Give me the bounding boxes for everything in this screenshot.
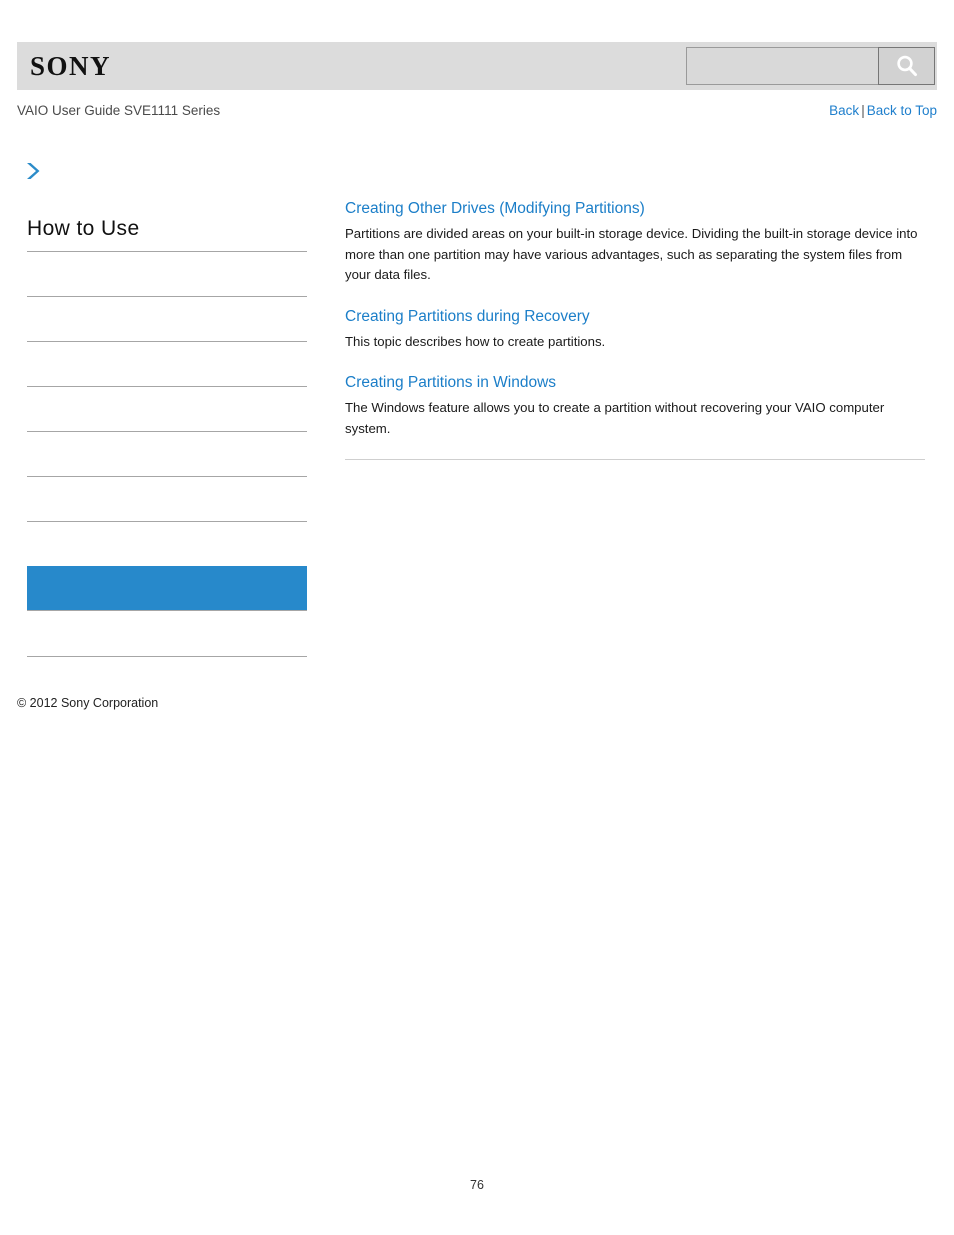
search-icon: [894, 53, 920, 79]
topic-link[interactable]: Creating Partitions in Windows: [345, 372, 927, 394]
sidebar-item-1[interactable]: [27, 296, 307, 341]
topic-description: Partitions are divided areas on your bui…: [345, 226, 918, 282]
topic-description: The Windows feature allows you to create…: [345, 400, 885, 436]
sidebar-item-8[interactable]: [27, 611, 307, 656]
sidebar-item-3[interactable]: [27, 386, 307, 431]
header-links: Back | Back to Top: [829, 101, 937, 121]
main-content: Creating Other Drives (Modifying Partiti…: [345, 198, 927, 460]
topic-link[interactable]: Creating Partitions during Recovery: [345, 306, 927, 328]
sidebar-nav-bottom-divider: [27, 656, 307, 657]
page-number: 76: [470, 1178, 484, 1192]
search-input[interactable]: [686, 47, 878, 85]
header-bar: SONY: [17, 42, 937, 90]
copyright-text: © 2012 Sony Corporation: [17, 696, 159, 710]
sidebar-item-4[interactable]: [27, 431, 307, 476]
sidebar-item-5[interactable]: [27, 476, 307, 521]
topic-link[interactable]: Creating Other Drives (Modifying Partiti…: [345, 198, 927, 220]
sidebar-item-2[interactable]: [27, 341, 307, 386]
sidebar-nav: [27, 251, 307, 657]
search-group: [686, 47, 935, 85]
breadcrumb: VAIO User Guide SVE1111 Series: [17, 103, 221, 118]
topic-description: This topic describes how to create parti…: [345, 333, 606, 349]
page-title: How to Use: [27, 217, 140, 240]
sidebar-item-0[interactable]: [27, 251, 307, 296]
sidebar-item-7-selected[interactable]: [27, 566, 307, 611]
content-divider: [345, 459, 925, 460]
search-button[interactable]: [878, 47, 935, 85]
link-separator: |: [861, 103, 865, 118]
topic-item: Creating Partitions in Windows The Windo…: [345, 372, 927, 439]
sidebar-item-6[interactable]: [27, 521, 307, 566]
sidebar: How to Use: [27, 215, 307, 657]
breadcrumb-row: VAIO User Guide SVE1111 Series Back | Back…: [17, 101, 937, 121]
topic-item: Creating Partitions during Recovery This…: [345, 306, 927, 353]
back-link[interactable]: Back: [829, 103, 859, 118]
topic-item: Creating Other Drives (Modifying Partiti…: [345, 198, 927, 286]
back-to-top-link[interactable]: Back to Top: [867, 103, 937, 118]
chevron-right-icon[interactable]: [22, 160, 44, 182]
sony-logo: SONY: [30, 51, 112, 81]
